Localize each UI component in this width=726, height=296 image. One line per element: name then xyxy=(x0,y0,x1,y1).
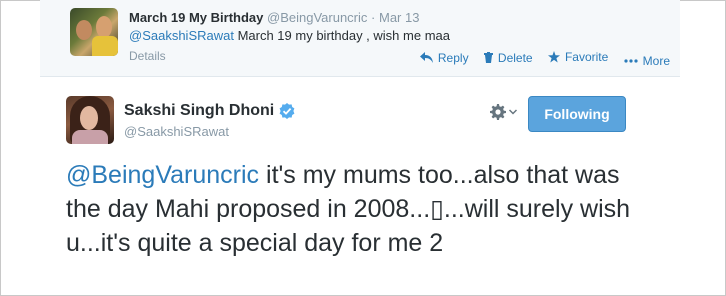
main-mention-link[interactable]: @BeingVaruncric xyxy=(66,161,259,189)
author-handle[interactable]: @SaakshiSRawat xyxy=(124,124,229,139)
parent-display-name[interactable]: March 19 My Birthday xyxy=(129,10,263,25)
more-button[interactable]: More xyxy=(624,54,670,68)
delete-button[interactable]: Delete xyxy=(483,50,533,65)
following-button[interactable]: Following xyxy=(528,96,626,132)
reply-label: Reply xyxy=(437,50,469,65)
tweet-actions: Reply Delete Favorite More xyxy=(408,50,670,68)
trash-icon xyxy=(483,52,493,63)
author-display-name[interactable]: Sakshi Singh Dhoni xyxy=(124,102,274,120)
parent-text-body: March 19 my birthday , wish me maa xyxy=(233,28,450,43)
delete-label: Delete xyxy=(497,50,533,65)
reply-button[interactable]: Reply xyxy=(419,50,469,65)
more-label: More xyxy=(642,54,670,68)
details-link[interactable]: Details xyxy=(129,49,166,63)
main-tweet-text: @BeingVaruncric it's my mums too...also … xyxy=(66,158,646,260)
reply-icon xyxy=(419,52,433,63)
parent-handle[interactable]: @BeingVaruncric xyxy=(267,10,367,25)
verified-badge-icon xyxy=(279,103,295,119)
parent-timestamp[interactable]: Mar 13 xyxy=(379,10,419,25)
parent-avatar[interactable] xyxy=(70,8,118,56)
header-separator: · xyxy=(371,10,376,25)
author-avatar[interactable] xyxy=(66,96,114,144)
author-name-row: Sakshi Singh Dhoni xyxy=(124,102,295,120)
parent-mention-link[interactable]: @SaakshiSRawat xyxy=(129,28,234,43)
gear-icon xyxy=(490,104,506,120)
parent-tweet: March 19 My Birthday @BeingVaruncric · M… xyxy=(40,0,680,77)
more-dots-icon xyxy=(624,59,638,63)
star-icon xyxy=(547,51,560,63)
user-settings-dropdown[interactable] xyxy=(490,104,517,120)
favorite-button[interactable]: Favorite xyxy=(547,50,609,64)
favorite-label: Favorite xyxy=(564,50,609,64)
parent-header: March 19 My Birthday @BeingVaruncric · M… xyxy=(129,10,419,25)
parent-tweet-text: @SaakshiSRawat March 19 my birthday , wi… xyxy=(129,28,450,43)
chevron-down-icon xyxy=(509,109,517,115)
